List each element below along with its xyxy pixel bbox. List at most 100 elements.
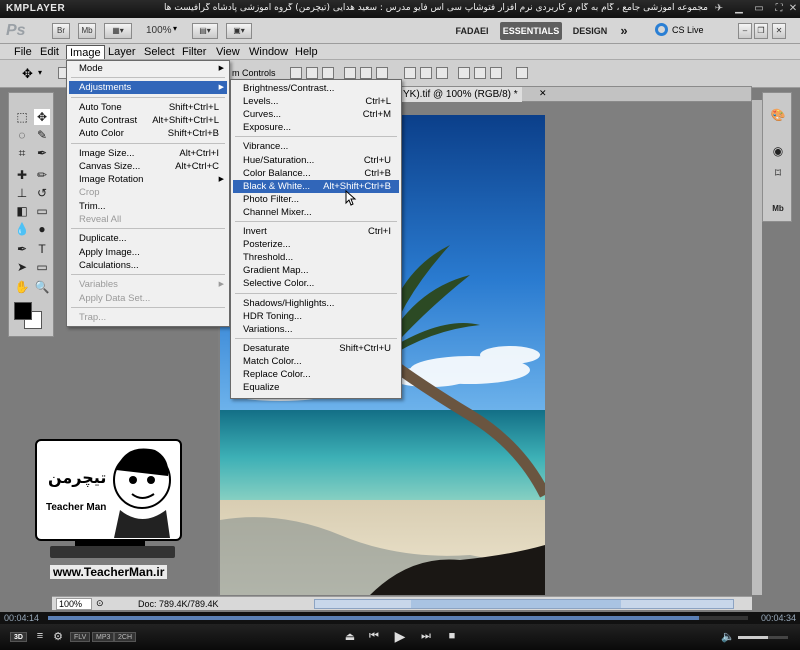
- ps-minimize-icon[interactable]: –: [738, 23, 752, 39]
- menu-select[interactable]: Select: [141, 45, 178, 59]
- maximize-icon[interactable]: ▭: [752, 2, 766, 15]
- image-menu-trim[interactable]: Trim...: [69, 200, 227, 213]
- adjustments-menu-equalize[interactable]: Equalize: [233, 381, 399, 394]
- eraser-tool-icon[interactable]: ◧: [14, 203, 30, 219]
- status-zoom-field[interactable]: 100%: [56, 598, 92, 610]
- pin-icon[interactable]: ✈: [712, 2, 726, 15]
- status-info-icon[interactable]: ⊙: [96, 598, 104, 609]
- adjustments-menu-shadows-highlights[interactable]: Shadows/Highlights...: [233, 297, 399, 310]
- adjustments-menu-posterize[interactable]: Posterize...: [233, 238, 399, 251]
- menu-layer[interactable]: Layer: [105, 45, 139, 59]
- path-selection-tool-icon[interactable]: ➤: [14, 259, 30, 275]
- adjustments-menu-invert[interactable]: Invert Ctrl+I: [233, 225, 399, 238]
- document-tab[interactable]: YK).tif @ 100% (RGB/8) *: [399, 87, 522, 102]
- adjustments-menu-variations[interactable]: Variations...: [233, 323, 399, 336]
- distribute-left-icon[interactable]: [458, 67, 470, 79]
- image-menu-mode[interactable]: Mode ▶: [69, 62, 227, 75]
- type-tool-icon[interactable]: T: [34, 241, 50, 257]
- image-menu-apply-image[interactable]: Apply Image...: [69, 246, 227, 259]
- menu-view[interactable]: View: [213, 45, 243, 59]
- image-menu-auto-contrast[interactable]: Auto Contrast Alt+Shift+Ctrl+L: [69, 114, 227, 127]
- distribute-center-icon[interactable]: [474, 67, 486, 79]
- mini-bridge-panel-icon[interactable]: Mb: [770, 201, 786, 217]
- image-menu-calculations[interactable]: Calculations...: [69, 259, 227, 272]
- adjustments-menu-exposure[interactable]: Exposure...: [233, 121, 399, 134]
- ps-close-icon[interactable]: ✕: [772, 23, 786, 39]
- transform-controls-label[interactable]: m Controls: [232, 68, 276, 78]
- adjustments-menu-color-balance[interactable]: Color Balance... Ctrl+B: [233, 167, 399, 180]
- mini-bridge-button[interactable]: Mb: [78, 23, 96, 39]
- distribute-middle-icon[interactable]: [420, 67, 432, 79]
- vertical-scrollbar[interactable]: [752, 100, 762, 595]
- dodge-tool-icon[interactable]: ●: [34, 221, 50, 237]
- image-menu-image-size[interactable]: Image Size... Alt+Ctrl+I: [69, 147, 227, 160]
- menu-file[interactable]: File: [11, 45, 35, 59]
- arrange-documents-button[interactable]: ▤▾: [192, 23, 218, 39]
- align-center-icon[interactable]: [360, 67, 372, 79]
- volume-slider[interactable]: [738, 636, 788, 639]
- horizontal-scroll-thumb[interactable]: [411, 600, 621, 608]
- align-right-icon[interactable]: [376, 67, 388, 79]
- image-menu-auto-color[interactable]: Auto Color Shift+Ctrl+B: [69, 127, 227, 140]
- seek-track[interactable]: [48, 616, 748, 620]
- menu-filter[interactable]: Filter: [179, 45, 209, 59]
- zoom-level[interactable]: 100%: [146, 25, 172, 36]
- zoom-tool-icon[interactable]: 🔍: [34, 279, 50, 295]
- foreground-color-swatch[interactable]: [14, 302, 32, 320]
- masks-panel-icon[interactable]: ⌑: [770, 165, 786, 181]
- menu-edit[interactable]: Edit: [37, 45, 62, 59]
- adjustments-menu-selective-color[interactable]: Selective Color...: [233, 277, 399, 290]
- adjustments-menu-levels[interactable]: Levels... Ctrl+L: [233, 95, 399, 108]
- brush-tool-icon[interactable]: ✏: [34, 167, 50, 183]
- gradient-tool-icon[interactable]: ▭: [34, 203, 50, 219]
- distribute-right-icon[interactable]: [490, 67, 502, 79]
- menu-image[interactable]: Image: [66, 45, 105, 59]
- fullscreen-icon[interactable]: ⛶: [772, 2, 786, 15]
- menu-window[interactable]: Window: [246, 45, 291, 59]
- workspace-fadaei[interactable]: FADAEI: [452, 22, 492, 40]
- minimize-icon[interactable]: ▁: [732, 2, 746, 15]
- align-middle-icon[interactable]: [306, 67, 318, 79]
- pen-tool-icon[interactable]: ✒: [14, 241, 30, 257]
- menu-help[interactable]: Help: [292, 45, 321, 59]
- ps-restore-icon[interactable]: ❐: [754, 23, 768, 39]
- eyedropper-tool-icon[interactable]: ✒: [34, 145, 50, 161]
- distribute-bottom-icon[interactable]: [436, 67, 448, 79]
- history-brush-tool-icon[interactable]: ↺: [34, 185, 50, 201]
- settings-icon[interactable]: ⚙: [50, 630, 66, 643]
- image-menu-canvas-size[interactable]: Canvas Size... Alt+Ctrl+C: [69, 160, 227, 173]
- adjustments-menu-replace-color[interactable]: Replace Color...: [233, 368, 399, 381]
- workspace-essentials[interactable]: ESSENTIALS: [500, 22, 562, 40]
- stop-icon[interactable]: ■: [444, 630, 460, 642]
- playlist-icon[interactable]: ≡: [32, 630, 48, 642]
- auto-align-icon[interactable]: [516, 67, 528, 79]
- adjustments-menu-hue-saturation[interactable]: Hue/Saturation... Ctrl+U: [233, 154, 399, 167]
- image-menu-image-rotation[interactable]: Image Rotation ▶: [69, 173, 227, 186]
- previous-icon[interactable]: ⏮: [366, 630, 382, 643]
- tool-preset-dropdown-icon[interactable]: ▾: [38, 68, 42, 77]
- color-panel-icon[interactable]: 🎨: [770, 107, 786, 123]
- adjustments-panel-icon[interactable]: ◉: [770, 143, 786, 159]
- align-top-icon[interactable]: [290, 67, 302, 79]
- horizontal-scrollbar[interactable]: [314, 599, 734, 609]
- workspace-design[interactable]: DESIGN: [570, 22, 610, 40]
- crop-tool-icon[interactable]: ⌗: [14, 145, 30, 161]
- more-workspaces-icon[interactable]: »: [616, 22, 632, 40]
- adjustments-menu-match-color[interactable]: Match Color...: [233, 355, 399, 368]
- adjustments-menu-threshold[interactable]: Threshold...: [233, 251, 399, 264]
- adjustments-menu-hdr-toning[interactable]: HDR Toning...: [233, 310, 399, 323]
- healing-brush-tool-icon[interactable]: ✚: [14, 167, 30, 183]
- adjustments-menu-gradient-map[interactable]: Gradient Map...: [233, 264, 399, 277]
- adjustments-menu-black-white[interactable]: Black & White... Alt+Shift+Ctrl+B: [233, 179, 399, 193]
- image-menu-duplicate[interactable]: Duplicate...: [69, 232, 227, 245]
- play-icon[interactable]: ▶: [392, 628, 408, 645]
- 3d-mode-button[interactable]: 3D: [10, 632, 27, 642]
- clone-stamp-tool-icon[interactable]: ⊥: [14, 185, 30, 201]
- screen-mode-button[interactable]: ▣▾: [226, 23, 252, 39]
- close-tab-icon[interactable]: ✕: [539, 88, 547, 99]
- move-tool-icon[interactable]: ✥: [34, 109, 50, 125]
- image-menu-auto-tone[interactable]: Auto Tone Shift+Ctrl+L: [69, 101, 227, 114]
- adjustments-menu-photo-filter[interactable]: Photo Filter...: [233, 193, 399, 206]
- marquee-tool-icon[interactable]: ⬚: [14, 109, 30, 125]
- cs-live-label[interactable]: CS Live: [672, 25, 704, 35]
